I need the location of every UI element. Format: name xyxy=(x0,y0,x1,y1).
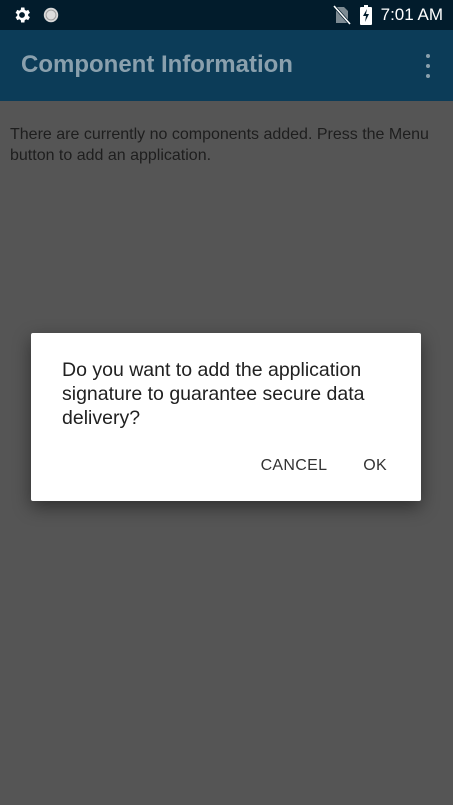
status-bar: 7:01 AM xyxy=(0,0,453,30)
cancel-button[interactable]: CANCEL xyxy=(249,451,340,481)
gear-icon xyxy=(15,7,30,23)
status-time: 7:01 AM xyxy=(380,5,443,24)
dialog-actions: CANCEL OK xyxy=(249,451,399,481)
sync-icon xyxy=(43,7,59,23)
confirm-dialog: Do you want to add the application signa… xyxy=(31,333,421,501)
dialog-message: Do you want to add the application signa… xyxy=(62,359,365,429)
app-bar: Component Information xyxy=(0,30,453,101)
empty-state-message: There are currently no components added.… xyxy=(10,126,429,164)
no-sim-icon xyxy=(332,5,351,25)
ok-button[interactable]: OK xyxy=(351,451,399,481)
more-vert-icon[interactable] xyxy=(421,54,435,78)
page-title: Component Information xyxy=(21,51,293,78)
battery-charging-icon xyxy=(359,5,372,25)
